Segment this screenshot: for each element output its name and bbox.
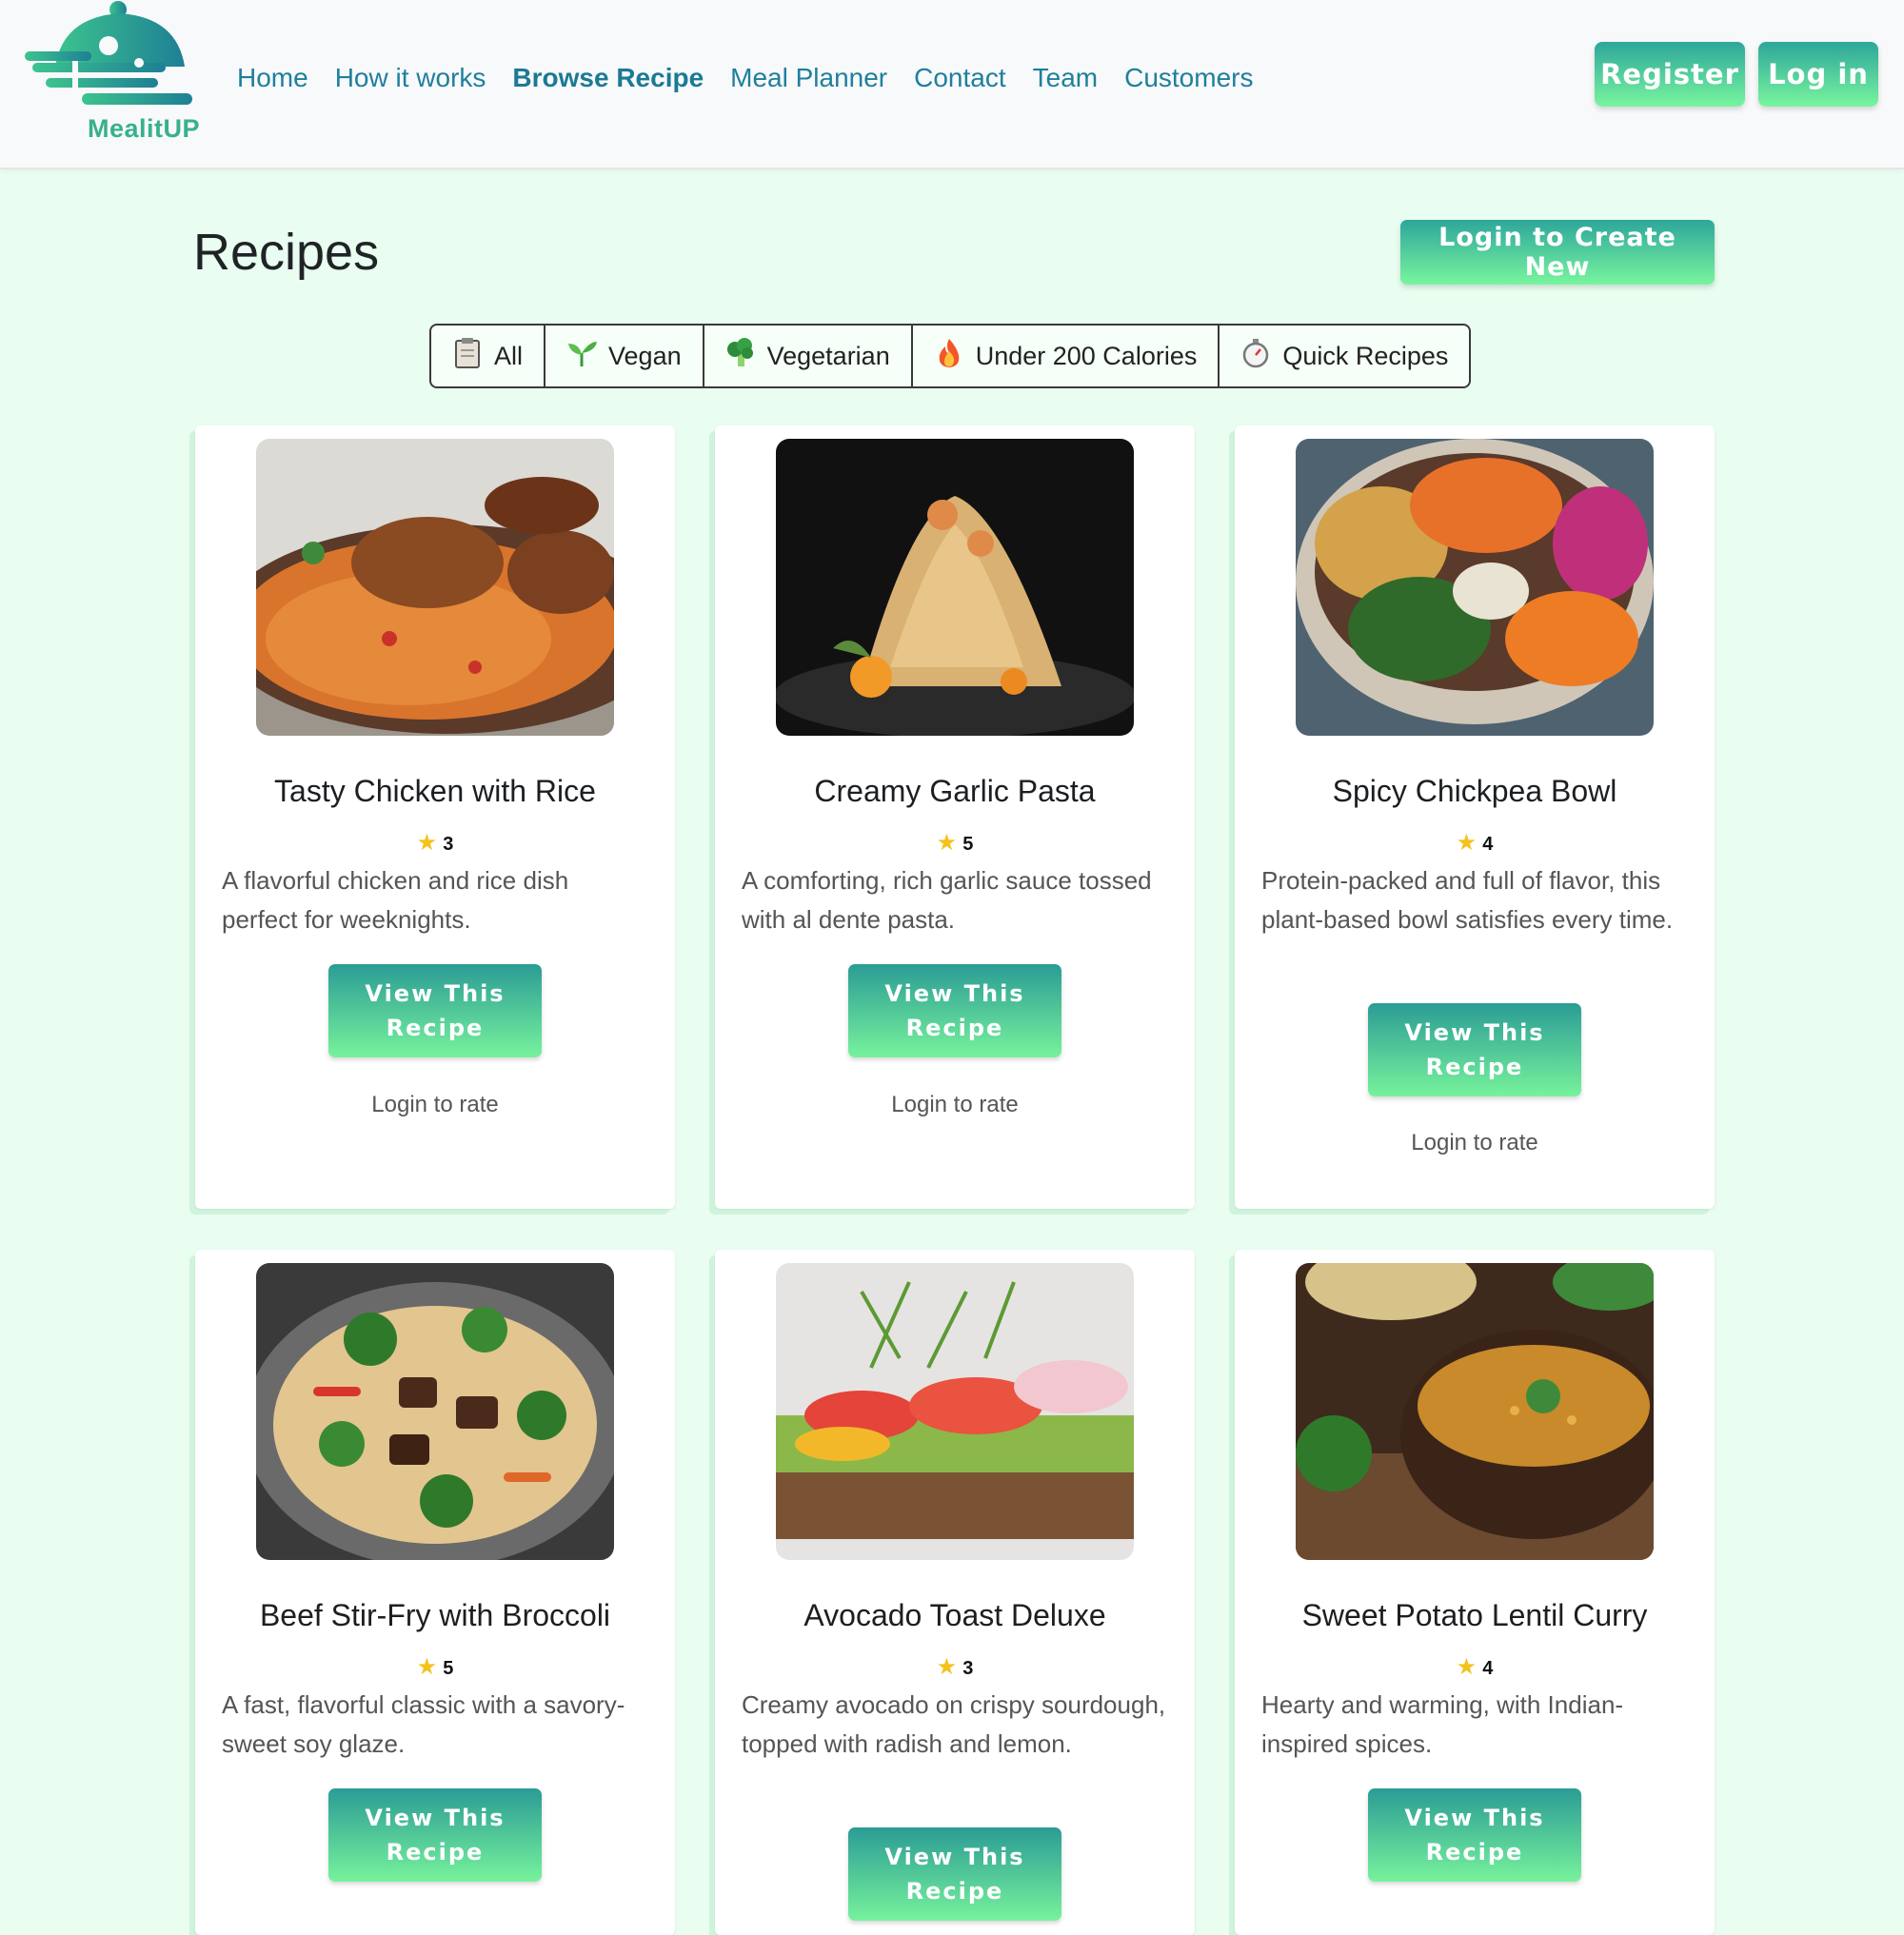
- login-to-rate-link[interactable]: Login to rate: [1235, 1130, 1715, 1156]
- mealitup-logo[interactable]: MealitUP: [25, 0, 200, 145]
- recipe-card: Spicy Chickpea Bowl ★ 4 Protein-packed an…: [1235, 425, 1715, 1209]
- register-button[interactable]: Register: [1595, 42, 1745, 107]
- filter-label: Vegetarian: [766, 341, 890, 370]
- seedling-icon: [566, 338, 598, 375]
- recipe-title: Creamy Garlic Pasta: [814, 774, 1096, 808]
- page-title: Recipes: [193, 224, 380, 281]
- recipe-rating: ★ 5: [195, 1653, 675, 1681]
- recipe-description: A fast, flavorful classic with a savory-…: [222, 1690, 625, 1758]
- fire-icon: [934, 338, 964, 375]
- rating-value: 5: [443, 1658, 454, 1679]
- filter-all[interactable]: All: [431, 326, 546, 386]
- recipe-rating: ★ 4: [1235, 1653, 1715, 1681]
- star-icon: ★: [416, 830, 438, 856]
- view-recipe-button[interactable]: View This Recipe: [1368, 1788, 1581, 1882]
- star-icon: ★: [416, 1654, 438, 1680]
- recipe-title: Spicy Chickpea Bowl: [1332, 774, 1617, 808]
- login-button[interactable]: Log in: [1758, 42, 1878, 107]
- login-to-rate-link[interactable]: Login to rate: [715, 1092, 1195, 1118]
- star-icon: ★: [936, 1654, 958, 1680]
- recipe-card: Creamy Garlic Pasta ★ 5 A comforting, ric…: [715, 425, 1195, 1209]
- nav-team[interactable]: Team: [1033, 63, 1098, 93]
- recipe-title: Beef Stir-Fry with Broccoli: [259, 1598, 611, 1632]
- recipe-filter-group: All Vegan Vegetarian Under 200 Calories …: [429, 324, 1472, 388]
- recipe-rating: ★ 4: [1235, 829, 1715, 857]
- nav-customers[interactable]: Customers: [1124, 63, 1253, 93]
- recipe-description: Protein-packed and full of flavor, this …: [1261, 866, 1674, 934]
- recipe-rating: ★ 3: [195, 829, 675, 857]
- star-icon: ★: [1456, 830, 1478, 856]
- recipe-description: Creamy avocado on crispy sourdough, topp…: [742, 1690, 1166, 1758]
- filter-label: Under 200 Calories: [975, 341, 1198, 370]
- recipe-card: Sweet Potato Lentil Curry ★ 4 Hearty and …: [1235, 1250, 1715, 1935]
- recipe-image-lentil-curry[interactable]: [1296, 1263, 1654, 1560]
- stopwatch-icon: [1240, 338, 1271, 375]
- filter-label: Quick Recipes: [1282, 341, 1449, 370]
- rating-value: 3: [443, 834, 454, 855]
- login-to-create-button[interactable]: Login to Create New: [1400, 220, 1715, 285]
- nav-browse-recipe[interactable]: Browse Recipe: [512, 63, 704, 93]
- rating-value: 4: [1482, 1658, 1494, 1679]
- recipe-image-chickpea-bowl[interactable]: [1296, 439, 1654, 736]
- filter-vegan[interactable]: Vegan: [545, 326, 704, 386]
- recipe-image-garlic-pasta[interactable]: [776, 439, 1134, 736]
- filter-under-200-calories[interactable]: Under 200 Calories: [913, 326, 1220, 386]
- clipboard-icon: [452, 337, 483, 375]
- recipe-card: Beef Stir-Fry with Broccoli ★ 5 A fast, f…: [195, 1250, 675, 1935]
- filter-vegetarian[interactable]: Vegetarian: [704, 326, 913, 386]
- recipe-description: A flavorful chicken and rice dish perfec…: [222, 866, 569, 934]
- view-recipe-button[interactable]: View This Recipe: [848, 1827, 1061, 1921]
- nav-meal-planner[interactable]: Meal Planner: [730, 63, 887, 93]
- logo-wordmark: MealitUP: [88, 114, 201, 143]
- recipe-card: Avocado Toast Deluxe ★ 3 Creamy avocado o…: [715, 1250, 1195, 1935]
- recipe-title: Avocado Toast Deluxe: [803, 1598, 1106, 1632]
- recipe-image-chicken-rice[interactable]: [256, 439, 614, 736]
- recipe-image-avocado-toast[interactable]: [776, 1263, 1134, 1560]
- broccoli-icon: [725, 337, 756, 375]
- recipe-title: Tasty Chicken with Rice: [274, 774, 596, 808]
- filter-quick-recipes[interactable]: Quick Recipes: [1220, 326, 1469, 386]
- recipe-image-beef-stir-fry[interactable]: [256, 1263, 614, 1560]
- filter-label: All: [494, 341, 524, 370]
- recipe-title: Sweet Potato Lentil Curry: [1301, 1598, 1648, 1632]
- nav-home[interactable]: Home: [237, 63, 308, 93]
- filter-label: Vegan: [608, 341, 682, 370]
- main-nav: Home How it works Browse Recipe Meal Pla…: [237, 63, 1279, 93]
- rating-value: 4: [1482, 834, 1494, 855]
- nav-contact[interactable]: Contact: [914, 63, 1006, 93]
- view-recipe-button[interactable]: View This Recipe: [1368, 1003, 1581, 1096]
- recipe-description: Hearty and warming, with Indian-inspired…: [1261, 1690, 1624, 1758]
- view-recipe-button[interactable]: View This Recipe: [328, 1788, 542, 1882]
- star-icon: ★: [936, 830, 958, 856]
- view-recipe-button[interactable]: View This Recipe: [328, 964, 542, 1057]
- recipe-rating: ★ 5: [715, 829, 1195, 857]
- nav-how-it-works[interactable]: How it works: [335, 63, 486, 93]
- view-recipe-button[interactable]: View This Recipe: [848, 964, 1061, 1057]
- rating-value: 3: [962, 1658, 974, 1679]
- rating-value: 5: [962, 834, 974, 855]
- recipe-card: Tasty Chicken with Rice ★ 3 A flavorful c…: [195, 425, 675, 1209]
- top-navbar: MealitUP Home How it works Browse Recipe…: [0, 0, 1904, 169]
- recipe-rating: ★ 3: [715, 1653, 1195, 1681]
- recipe-description: A comforting, rich garlic sauce tossed w…: [742, 866, 1152, 934]
- star-icon: ★: [1456, 1654, 1478, 1680]
- login-to-rate-link[interactable]: Login to rate: [195, 1092, 675, 1118]
